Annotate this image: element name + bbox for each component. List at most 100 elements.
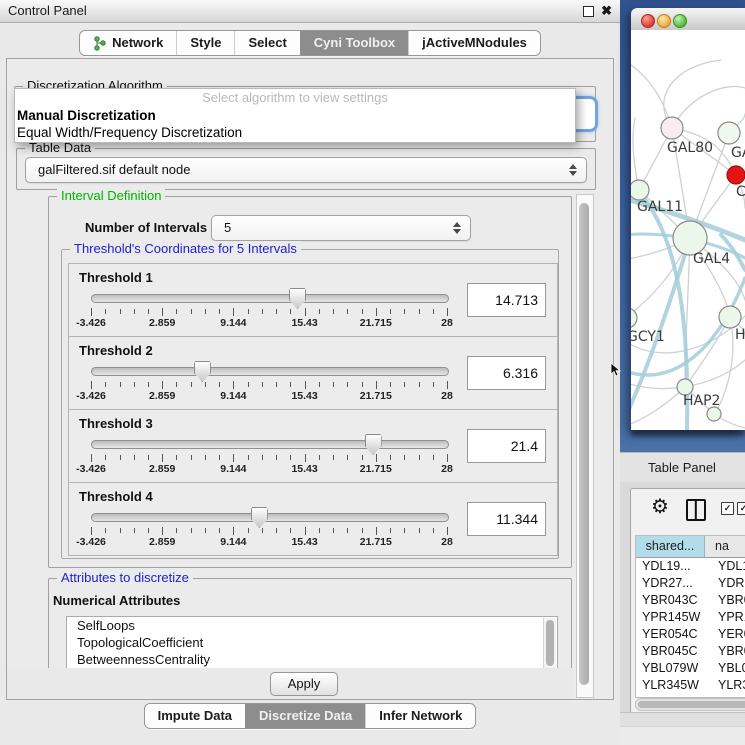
checkbox-icon[interactable]: ✓: [737, 502, 745, 515]
tab-network[interactable]: Network: [80, 31, 176, 55]
network-node[interactable]: [718, 122, 740, 144]
slider-tick: [148, 382, 149, 387]
slider-tick-label: 9.144: [203, 536, 263, 548]
float-window-icon[interactable]: [583, 6, 594, 17]
checkbox-icon[interactable]: ✓: [721, 502, 734, 515]
network-node-gcy1[interactable]: [631, 308, 637, 328]
network-edge: [672, 87, 745, 128]
content-vertical-scrollbar[interactable]: [576, 194, 594, 698]
cell-name[interactable]: YBL0: [711, 660, 745, 677]
threshold-slider-thumb[interactable]: [289, 288, 306, 309]
network-node-h[interactable]: [719, 306, 741, 328]
attribute-item-selfloops[interactable]: SelfLoops: [67, 617, 557, 634]
table-row[interactable]: YBR043CYBR0: [636, 592, 745, 609]
threshold-value-field[interactable]: 6.316: [467, 356, 546, 390]
tab-jactivemnodules[interactable]: jActiveMNodules: [408, 31, 540, 55]
cell-shared-name[interactable]: YER054C: [636, 626, 711, 643]
table-row[interactable]: YDR27...YDR2: [636, 575, 745, 592]
gear-icon[interactable]: ⚙: [651, 496, 669, 518]
threshold-slider-track[interactable]: [91, 440, 449, 449]
cell-name[interactable]: YPR1: [711, 609, 745, 626]
algorithm-option-equal-width-frequency-discretization[interactable]: Equal Width/Frequency Discretization: [17, 125, 242, 140]
control-panel-titlebar[interactable]: Control Panel ✖: [0, 0, 620, 23]
attribute-item-betweennesscentrality[interactable]: BetweennessCentrality: [67, 651, 557, 668]
cell-name[interactable]: YDR2: [711, 575, 745, 592]
slider-tick-label: 28: [417, 536, 477, 548]
threshold-value-field[interactable]: 11.344: [467, 502, 546, 536]
network-node-gal4[interactable]: [673, 221, 707, 255]
attribute-item-topologicalcoefficient[interactable]: TopologicalCoefficient: [67, 634, 557, 651]
threshold-slider-track[interactable]: [91, 294, 449, 303]
slider-tick: [162, 527, 163, 535]
algorithm-option-manual-discretization[interactable]: Manual Discretization: [17, 108, 156, 123]
cell-name[interactable]: YLR3: [711, 677, 745, 694]
slider-tick: [248, 528, 249, 533]
column-header-shared-name[interactable]: shared...: [636, 536, 705, 557]
table-row[interactable]: YPR145WYPR1: [636, 609, 745, 626]
slider-tick: [134, 309, 135, 314]
network-canvas[interactable]: GAL80GAL11GAL4GCY1HHAP2GAC: [631, 30, 745, 430]
traffic-light-zoom-icon[interactable]: [673, 14, 687, 28]
slider-tick: [219, 528, 220, 533]
slider-tick: [219, 455, 220, 460]
close-icon[interactable]: ✖: [601, 2, 612, 20]
slider-tick: [248, 455, 249, 460]
cell-shared-name[interactable]: YBL079W: [636, 660, 711, 677]
cell-name[interactable]: YBR0: [711, 643, 745, 660]
network-node[interactable]: [727, 166, 745, 184]
cell-shared-name[interactable]: YDR27...: [636, 575, 711, 592]
number-of-intervals-combobox[interactable]: 5: [211, 215, 471, 241]
threshold-slider-thumb[interactable]: [365, 434, 382, 455]
table-panel-footer: [620, 712, 745, 727]
table-panel-header[interactable]: Table Panel: [620, 452, 745, 484]
slider-tick-label: 9.144: [203, 390, 263, 402]
table-row[interactable]: YBL079WYBL0: [636, 660, 745, 677]
threshold-value-field[interactable]: 21.4: [467, 429, 546, 463]
tab-cyni-toolbox[interactable]: Cyni Toolbox: [300, 31, 408, 55]
network-node-gal11[interactable]: [631, 180, 649, 200]
table-horizontal-scrollbar[interactable]: [635, 698, 745, 711]
threshold-slider-track[interactable]: [91, 367, 449, 376]
threshold-panel-1: Threshold 1-3.4262.8599.14415.4321.71528…: [68, 263, 558, 337]
table-row[interactable]: YDL19...YDL1: [636, 558, 745, 575]
cell-name[interactable]: YBR0: [711, 592, 745, 609]
threshold-slider-thumb[interactable]: [194, 361, 211, 382]
cell-name[interactable]: YER0: [711, 626, 745, 643]
network-edge: [633, 118, 639, 190]
table-row[interactable]: YBR045CYBR0: [636, 643, 745, 660]
threshold-value-field[interactable]: 14.713: [467, 283, 546, 317]
table-data-combobox[interactable]: galFiltered.sif default node: [25, 157, 587, 183]
attributes-list-scrollbar[interactable]: [543, 618, 556, 668]
table-row[interactable]: YER054CYER0: [636, 626, 745, 643]
bottom-tab-discretize-data[interactable]: Discretize Data: [245, 704, 365, 728]
traffic-light-minimize-icon[interactable]: [657, 14, 671, 28]
bottom-tab-impute-data[interactable]: Impute Data: [145, 704, 245, 728]
numerical-attributes-list[interactable]: SelfLoopsTopologicalCoefficientBetweenne…: [66, 616, 558, 670]
slider-tick: [262, 309, 263, 314]
cell-shared-name[interactable]: YBR043C: [636, 592, 711, 609]
thresholds-group: Threshold's Coordinates for 5 Intervals …: [61, 249, 559, 559]
apply-button[interactable]: Apply: [270, 672, 338, 696]
split-columns-icon[interactable]: [686, 499, 706, 521]
threshold-slider-thumb[interactable]: [251, 507, 268, 528]
threshold-panel-2: Threshold 2-3.4262.8599.14415.4321.71528…: [68, 336, 558, 410]
slider-tick: [91, 381, 92, 389]
cell-shared-name[interactable]: YPR145W: [636, 609, 711, 626]
cell-shared-name[interactable]: YBR045C: [636, 643, 711, 660]
cell-shared-name[interactable]: YDL19...: [636, 558, 711, 575]
traffic-light-close-icon[interactable]: [641, 14, 655, 28]
slider-tick: [333, 528, 334, 533]
thresholds-group-title: Threshold's Coordinates for 5 Intervals: [70, 241, 301, 256]
network-window-titlebar[interactable]: [631, 8, 745, 31]
bottom-tab-infer-network[interactable]: Infer Network: [365, 704, 475, 728]
network-node[interactable]: [707, 407, 721, 421]
slider-tick-label: 2.859: [132, 317, 192, 329]
column-header-name[interactable]: na: [705, 536, 745, 557]
threshold-slider-track[interactable]: [91, 513, 449, 522]
cell-shared-name[interactable]: YLR345W: [636, 677, 711, 694]
cell-name[interactable]: YDL1: [711, 558, 745, 575]
tab-style[interactable]: Style: [176, 31, 234, 55]
network-node-gal80[interactable]: [661, 117, 683, 139]
table-row[interactable]: YLR345WYLR3: [636, 677, 745, 694]
tab-select[interactable]: Select: [234, 31, 299, 55]
